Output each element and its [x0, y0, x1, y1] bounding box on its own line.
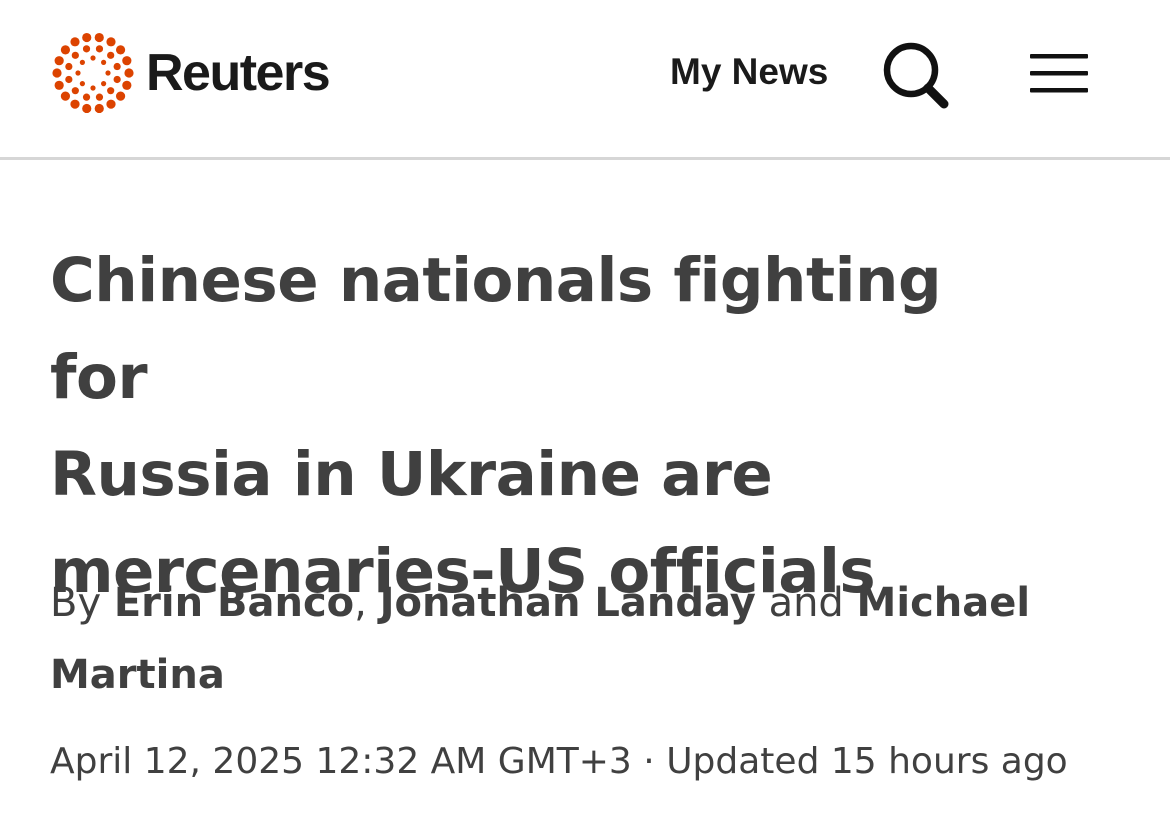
logo-dot	[122, 80, 132, 90]
author-link[interactable]: Erin Banco	[114, 580, 354, 626]
article-headline: Chinese nationals fighting for Russia in…	[50, 232, 1050, 620]
logo-dot	[101, 81, 107, 87]
logo-dot	[95, 45, 104, 53]
updated-timestamp: Updated 15 hours ago	[666, 741, 1068, 782]
logo-dot	[70, 37, 80, 47]
search-button[interactable]	[880, 40, 952, 112]
logo-dot	[107, 51, 115, 59]
logo-dot	[113, 62, 121, 71]
site-header: Reuters My News	[0, 0, 1170, 160]
logo-dot	[54, 56, 64, 66]
logo-dot	[115, 91, 126, 101]
author-link[interactable]: Jonathan Landay	[380, 580, 756, 626]
logo-dot	[90, 55, 96, 61]
logo-dot	[90, 85, 96, 91]
search-icon	[883, 42, 949, 109]
headline-line-2: Russia in Ukraine are	[50, 439, 773, 510]
headline-line-1: Chinese nationals fighting for	[50, 245, 942, 413]
logo-dot	[54, 80, 64, 90]
logo-dot	[101, 59, 107, 65]
logo-dot	[52, 68, 62, 78]
menu-button[interactable]	[1026, 50, 1092, 98]
dot-separator: ·	[643, 741, 655, 782]
article-dateline: April 12, 2025 12:32 AM GMT+3 · Updated …	[50, 738, 1150, 786]
logo-dot	[65, 62, 73, 71]
logo-dot	[82, 103, 92, 114]
logo-dot	[71, 87, 79, 95]
logo-dot	[122, 56, 132, 66]
logo-dot	[79, 59, 85, 65]
hamburger-menu-icon	[1030, 54, 1088, 93]
logo-dot	[106, 99, 116, 109]
logo-dot	[82, 32, 92, 43]
logo-dot	[60, 45, 71, 55]
byline: By Erin Banco, Jonathan Landay and Micha…	[50, 567, 1050, 711]
logo-dot	[105, 70, 111, 76]
logo-dot	[115, 45, 126, 55]
logo-dot	[124, 68, 134, 78]
logo-dot	[82, 45, 91, 53]
reuters-logo[interactable]: Reuters	[50, 30, 331, 116]
logo-dot	[71, 51, 79, 59]
logo-dot	[94, 103, 104, 114]
logo-text: Reuters	[146, 44, 331, 102]
logo-dot	[95, 93, 104, 101]
byline-separator: and	[768, 580, 844, 626]
logo-dot	[75, 70, 81, 76]
my-news-link[interactable]: My News	[670, 50, 828, 94]
logo-dot	[106, 37, 116, 47]
byline-separator: ,	[354, 580, 367, 626]
logo-dot	[65, 75, 73, 84]
logo-dot	[70, 99, 80, 109]
logo-dot	[107, 87, 115, 95]
reuters-logo-icon	[52, 32, 134, 114]
logo-dot	[79, 81, 85, 87]
logo-dot	[94, 32, 104, 43]
byline-prefix: By	[50, 580, 102, 626]
logo-dot	[82, 93, 91, 101]
published-timestamp: April 12, 2025 12:32 AM GMT+3	[50, 741, 632, 782]
logo-dot	[60, 91, 71, 101]
logo-dot	[113, 75, 121, 84]
